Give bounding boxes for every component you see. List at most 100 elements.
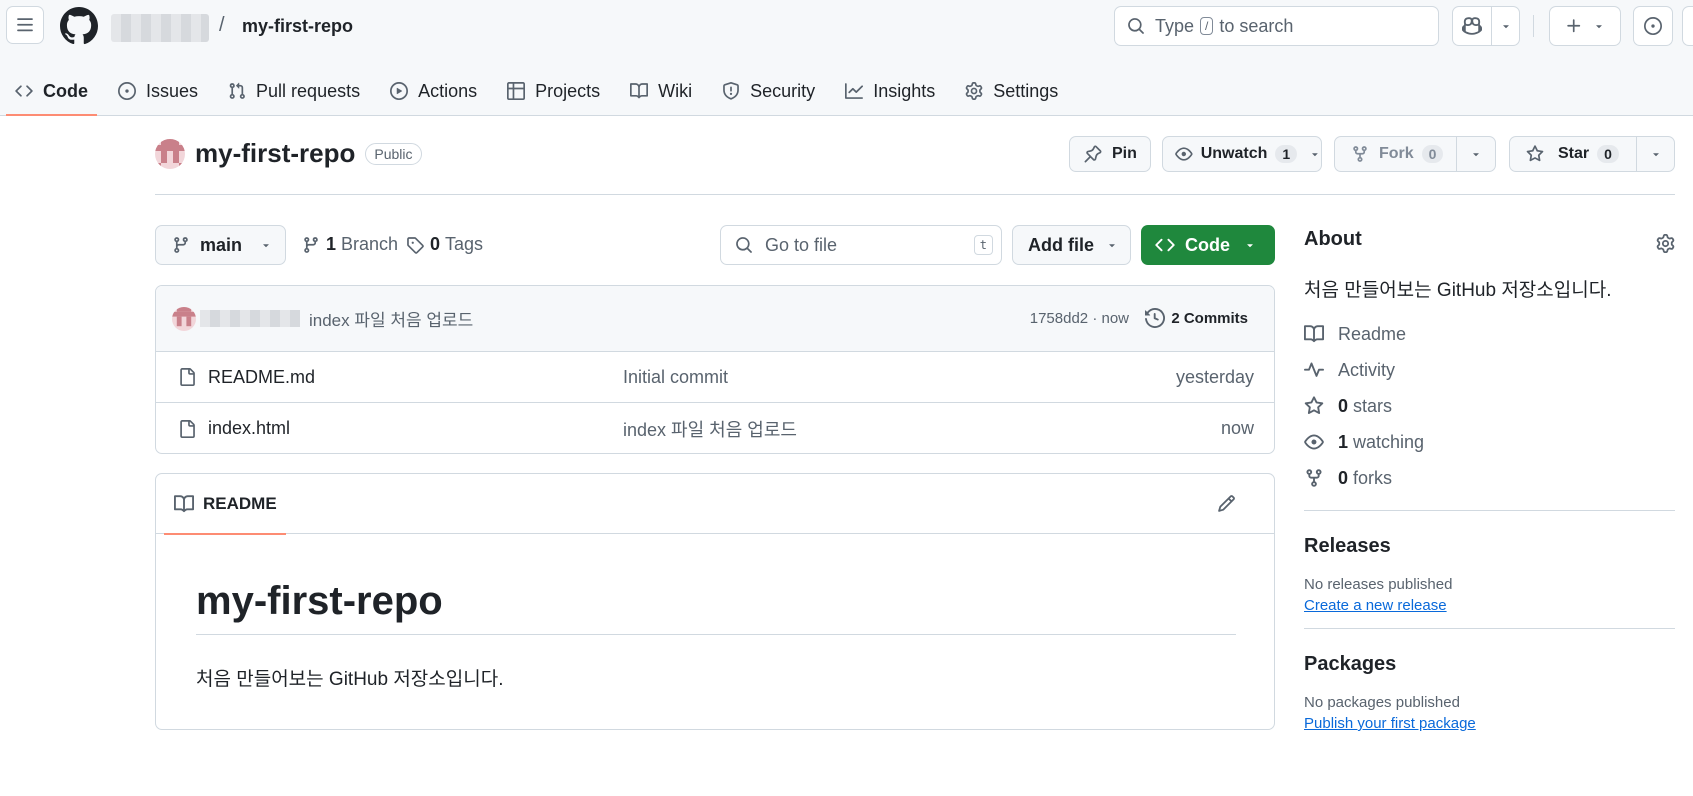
forks-link[interactable]: 0 forks <box>1304 460 1675 496</box>
file-icon <box>180 368 195 386</box>
code-button[interactable]: Code <box>1141 225 1275 265</box>
branches-link[interactable]: 1 Branch <box>302 234 398 255</box>
unwatch-label: Unwatch <box>1200 145 1268 162</box>
readme-link[interactable]: Readme <box>1304 316 1675 352</box>
copilot-button[interactable] <box>1452 6 1520 46</box>
gear-icon <box>965 82 983 100</box>
about-description: 처음 만들어보는 GitHub 저장소입니다. <box>1304 280 1612 301</box>
tags-link[interactable]: 0 Tags <box>406 234 483 255</box>
shield-icon <box>723 82 740 100</box>
eye-icon <box>1304 434 1324 450</box>
file-row[interactable]: index.html index 파일 처음 업로드 now <box>156 403 1274 453</box>
tab-label: Security <box>750 80 816 101</box>
tab-readme[interactable]: README <box>164 474 286 535</box>
tab-label: Code <box>43 80 88 101</box>
activity-link[interactable]: Activity <box>1304 352 1675 388</box>
file-commit-message[interactable]: index 파일 처음 업로드 <box>623 416 797 442</box>
watching-count: 1 <box>1338 431 1349 452</box>
star-label: Star <box>1558 145 1590 162</box>
owner-name-redacted[interactable] <box>111 14 209 42</box>
tab-wiki[interactable]: Wiki <box>615 66 707 116</box>
chevron-down-icon[interactable] <box>1309 148 1321 160</box>
go-to-file-input[interactable]: Go to file t <box>720 225 1002 265</box>
readme-panel: README my-first-repo 처음 만들어보는 GitHub 저장소… <box>155 473 1275 730</box>
file-commit-message[interactable]: Initial commit <box>623 367 728 388</box>
watching-label: watching <box>1353 431 1425 452</box>
commits-link[interactable]: 2 Commits <box>1145 308 1248 328</box>
menu-button[interactable] <box>6 6 44 44</box>
releases-title[interactable]: Releases <box>1304 535 1675 558</box>
breadcrumb-repo-name[interactable]: my-first-repo <box>242 16 353 37</box>
tab-code[interactable]: Code <box>0 66 103 116</box>
file-icon <box>180 419 195 438</box>
tab-projects[interactable]: Projects <box>492 66 615 116</box>
chevron-down-icon[interactable] <box>1650 148 1662 160</box>
github-logo-icon[interactable] <box>60 7 98 45</box>
identicon-icon <box>155 138 185 169</box>
stars-label: stars <box>1353 395 1393 416</box>
file-list: index 파일 처음 업로드 1758dd2 · now 2 Commits … <box>155 285 1275 454</box>
chevron-down-icon[interactable] <box>1470 148 1482 160</box>
pull-requests-button[interactable] <box>1682 6 1693 46</box>
tab-actions[interactable]: Actions <box>375 66 492 116</box>
history-icon <box>1145 308 1166 328</box>
commit-hash-time[interactable]: 1758dd2 · now <box>1030 310 1129 327</box>
graph-icon <box>845 83 864 99</box>
code-icon <box>15 85 33 97</box>
file-name[interactable]: README.md <box>208 367 315 388</box>
search-input[interactable]: Type / to search <box>1114 6 1439 46</box>
star-icon <box>1526 145 1544 162</box>
add-file-button[interactable]: Add file <box>1012 225 1131 265</box>
packages-title[interactable]: Packages <box>1304 653 1675 676</box>
branch-count: 1 <box>326 234 337 254</box>
publish-package-link[interactable]: Publish your first package <box>1304 715 1675 732</box>
issues-button[interactable] <box>1633 6 1673 46</box>
unwatch-button[interactable]: Unwatch 1 <box>1162 136 1322 172</box>
latest-commit-bar: index 파일 처음 업로드 1758dd2 · now 2 Commits <box>156 286 1274 352</box>
header-separator <box>1533 15 1534 37</box>
tab-label: Projects <box>535 80 601 101</box>
eye-icon <box>1175 147 1193 161</box>
watchers-link[interactable]: 1 watching <box>1304 424 1675 460</box>
file-name[interactable]: index.html <box>208 418 290 439</box>
add-file-label: Add file <box>1028 234 1094 255</box>
play-icon <box>390 82 409 100</box>
star-button[interactable]: Star 0 <box>1509 136 1675 172</box>
go-to-file-shortcut: t <box>973 235 993 255</box>
repo-title[interactable]: my-first-repo <box>195 138 355 169</box>
tab-security[interactable]: Security <box>707 66 830 116</box>
file-row[interactable]: README.md Initial commit yesterday <box>156 352 1274 403</box>
issue-icon <box>118 82 136 100</box>
fork-label: Fork <box>1379 145 1414 162</box>
tab-insights[interactable]: Insights <box>830 66 950 116</box>
file-commit-time: yesterday <box>1175 366 1254 387</box>
create-new-button[interactable] <box>1549 6 1621 46</box>
branch-icon <box>304 236 318 253</box>
chevron-down-icon <box>1109 244 1115 248</box>
gear-icon[interactable] <box>1656 234 1675 253</box>
create-release-link[interactable]: Create a new release <box>1304 597 1675 614</box>
tab-pull-requests[interactable]: Pull requests <box>213 66 375 116</box>
fork-button[interactable]: Fork 0 <box>1334 136 1496 172</box>
pencil-icon[interactable] <box>1217 494 1236 513</box>
tab-label: Insights <box>873 80 936 101</box>
readme-body: 처음 만들어보는 GitHub 저장소입니다. <box>196 669 504 690</box>
forks-count: 0 <box>1338 467 1349 488</box>
packages-empty-text: No packages published <box>1304 694 1460 711</box>
tab-settings[interactable]: Settings <box>950 66 1073 116</box>
tab-issues[interactable]: Issues <box>103 66 213 116</box>
commit-author-avatar[interactable] <box>172 306 196 331</box>
commit-message[interactable]: index 파일 처음 업로드 <box>309 306 473 331</box>
stars-count: 0 <box>1338 395 1349 416</box>
branch-label: Branch <box>341 234 399 254</box>
stars-link[interactable]: 0 stars <box>1304 388 1675 424</box>
table-icon <box>507 82 526 100</box>
readme-heading: my-first-repo <box>196 579 1236 635</box>
branch-selector[interactable]: main <box>155 225 286 265</box>
owner-avatar[interactable] <box>155 138 185 169</box>
pin-button[interactable]: Pin <box>1069 136 1151 172</box>
tab-label: Actions <box>418 80 478 101</box>
commits-count-label: 2 Commits <box>1171 309 1248 327</box>
commit-author-redacted[interactable] <box>200 310 300 327</box>
search-placeholder-suffix: to search <box>1219 15 1294 36</box>
